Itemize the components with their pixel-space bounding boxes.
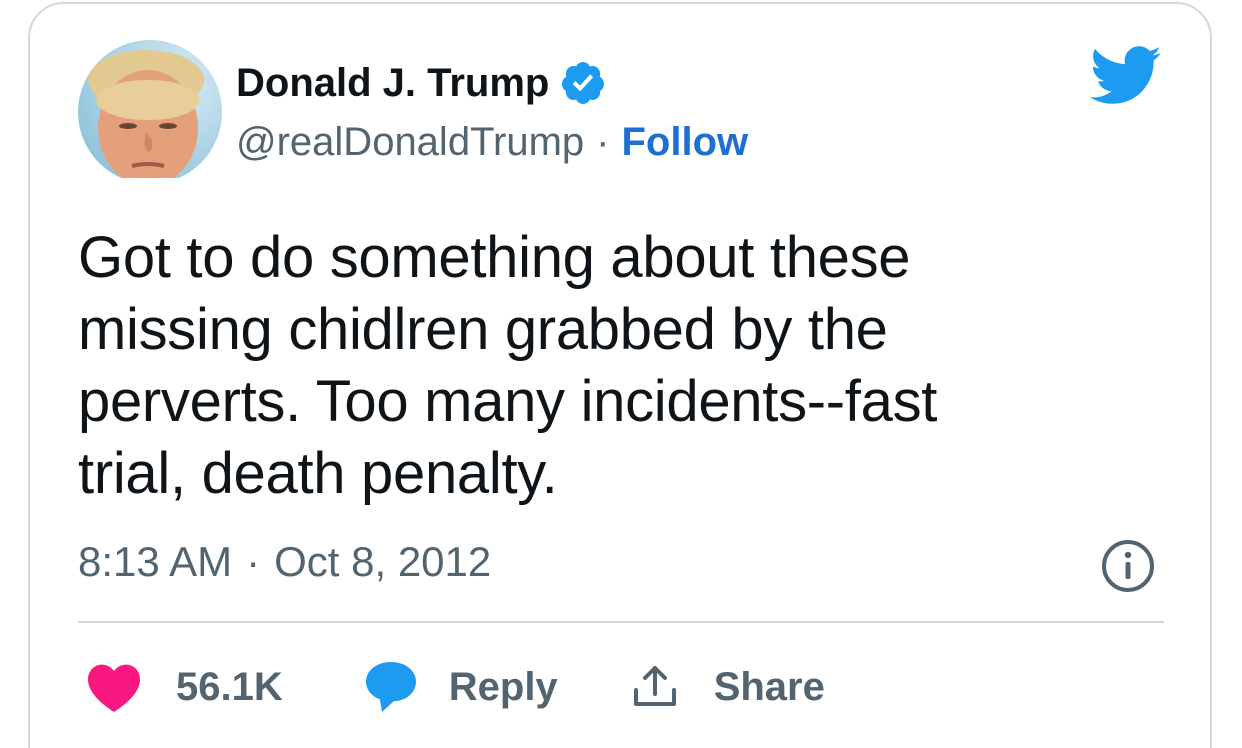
heart-icon xyxy=(88,664,140,712)
tweet-text: Got to do something about these missing … xyxy=(78,225,938,506)
separator-dot: · xyxy=(596,119,610,164)
tweet-time[interactable]: 8:13 AM xyxy=(78,538,232,586)
info-icon[interactable] xyxy=(1100,538,1156,594)
follow-button[interactable]: Follow xyxy=(621,120,748,165)
timestamp-separator: · xyxy=(246,538,261,585)
twitter-bird-icon[interactable] xyxy=(1090,46,1162,106)
actions-bar: 56.1K Reply Share xyxy=(86,652,825,722)
like-count: 56.1K xyxy=(176,664,283,709)
tweet-date[interactable]: Oct 8, 2012 xyxy=(274,538,491,586)
author-handle[interactable]: @realDonaldTrump xyxy=(236,120,584,165)
reply-label: Reply xyxy=(448,664,558,709)
author-name-row: Donald J. Trump xyxy=(236,56,607,110)
speech-bubble-icon xyxy=(365,662,416,712)
page: Donald J. Trump @realDonaldTrump · Follo… xyxy=(0,0,1242,748)
share-button[interactable]: Share xyxy=(630,662,825,712)
divider xyxy=(78,621,1164,623)
share-label: Share xyxy=(713,664,825,709)
handle-row: @realDonaldTrump · Follow xyxy=(236,116,748,168)
author-name[interactable]: Donald J. Trump xyxy=(236,61,549,106)
reply-button[interactable]: Reply xyxy=(363,660,558,714)
upload-arrow-icon xyxy=(633,666,676,706)
avatar[interactable] xyxy=(78,40,222,184)
verified-badge-icon xyxy=(562,62,605,104)
timestamp-row: 8:13 AM · Oct 8, 2012 xyxy=(78,532,491,592)
like-button[interactable]: 56.1K xyxy=(86,661,283,713)
